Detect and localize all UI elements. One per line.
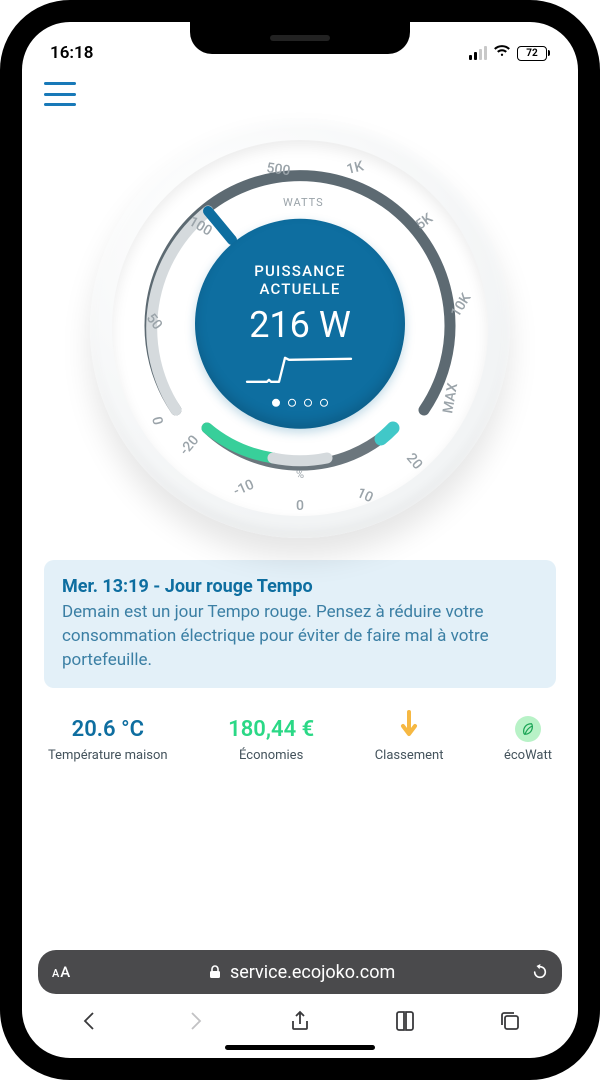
address-bar[interactable]: AA service.ecojoko.com — [38, 950, 562, 994]
svg-text:0: 0 — [296, 498, 304, 514]
svg-text:20: 20 — [403, 450, 426, 473]
svg-text:WATTS: WATTS — [283, 196, 324, 209]
metric-temperature[interactable]: 20.6 °C Température maison — [48, 717, 168, 763]
alert-card[interactable]: Mer. 13:19 - Jour rouge Tempo Demain est… — [44, 560, 556, 688]
forward-icon[interactable] — [183, 1009, 207, 1037]
arrow-down-icon — [399, 710, 419, 742]
gauge-center: PUISSANCE ACTUELLE 216 W — [195, 219, 405, 429]
bookmarks-icon[interactable] — [393, 1009, 417, 1037]
alert-body: Demain est un jour Tempo rouge. Pensez à… — [62, 601, 538, 672]
gauge-label-2: ACTUELLE — [259, 280, 340, 298]
home-indicator[interactable] — [225, 1045, 375, 1050]
metric-ecowatt[interactable]: écoWatt — [504, 716, 552, 763]
svg-text:-10: -10 — [231, 477, 256, 500]
wifi-icon — [493, 43, 511, 63]
clock: 16:18 — [50, 43, 93, 63]
tabs-icon[interactable] — [498, 1009, 522, 1037]
browser-chrome: AA service.ecojoko.com — [22, 936, 578, 1058]
gauge-label-1: PUISSANCE — [254, 262, 345, 280]
power-gauge[interactable]: 0 50 100 500 1K 5K 10K MAX WATTS -20 -10… — [90, 118, 510, 538]
svg-text:MAX: MAX — [440, 382, 461, 415]
svg-text:10: 10 — [354, 485, 375, 506]
alert-title: Mer. 13:19 - Jour rouge Tempo — [62, 576, 538, 597]
svg-text:1K: 1K — [345, 158, 365, 178]
page-dots[interactable] — [272, 399, 328, 407]
sparkline-icon — [245, 352, 355, 386]
cellular-signal-icon — [469, 46, 487, 60]
svg-text:0: 0 — [148, 415, 165, 427]
battery-icon: 72 — [517, 46, 550, 61]
gauge-value: 216 W — [249, 304, 351, 346]
reload-icon[interactable] — [532, 964, 548, 980]
back-icon[interactable] — [78, 1009, 102, 1037]
share-icon[interactable] — [288, 1009, 312, 1037]
text-size-icon[interactable]: AA — [52, 963, 70, 981]
leaf-icon — [515, 716, 541, 742]
url-text: service.ecojoko.com — [230, 962, 395, 983]
lock-icon — [207, 964, 223, 980]
svg-text:%: % — [296, 468, 305, 481]
menu-icon[interactable] — [44, 82, 76, 106]
notch — [190, 22, 410, 54]
metric-ranking[interactable]: Classement — [375, 710, 444, 763]
phone-frame: 16:18 72 — [0, 0, 600, 1080]
svg-text:-20: -20 — [177, 432, 203, 458]
metric-economies[interactable]: 180,44 € Économies — [228, 717, 314, 763]
svg-text:500: 500 — [265, 160, 291, 179]
